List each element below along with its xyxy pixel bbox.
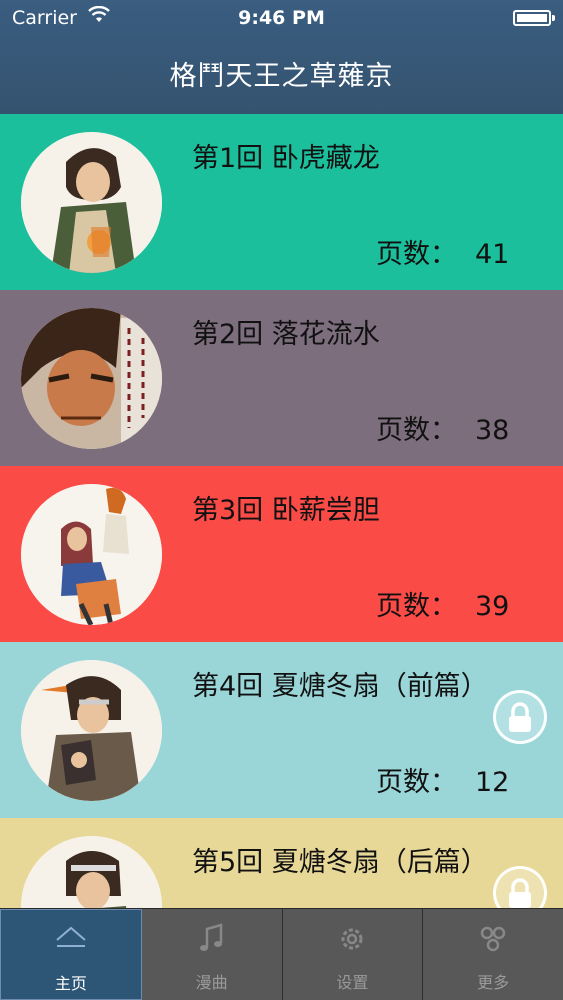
episode-cover-image	[21, 484, 162, 625]
tab-more[interactable]: 更多	[423, 909, 563, 1000]
page-count: 页数： 12	[376, 760, 509, 799]
episode-row[interactable]: 第1回 卧虎藏龙 页数： 41	[0, 114, 563, 290]
page-count-value: 38	[475, 415, 510, 446]
status-bar: Carrier 9:46 PM	[0, 0, 563, 36]
page-count: 页数： 41	[376, 232, 509, 271]
page-count-label: 页数：	[376, 239, 457, 270]
page-count-value: 12	[475, 767, 510, 798]
episode-title: 第4回 夏煻冬扇（前篇）	[192, 671, 488, 702]
episode-list[interactable]: 第1回 卧虎藏龙 页数： 41 第2回 落花流水 页数： 38 第3回 卧薪尝胆…	[0, 114, 563, 908]
tab-label: 设置	[336, 973, 369, 992]
episode-row[interactable]: 第5回 夏煻冬扇（后篇）	[0, 818, 563, 908]
more-icon	[477, 923, 509, 959]
episode-row[interactable]: 第4回 夏煻冬扇（前篇） 页数： 12	[0, 642, 563, 818]
navigation-header: Carrier 9:46 PM 格鬥天王之草薙京	[0, 0, 563, 114]
music-icon	[197, 923, 227, 959]
tab-label: 漫曲	[195, 973, 228, 992]
clock: 9:46 PM	[238, 7, 325, 29]
page-count: 页数： 38	[376, 408, 509, 447]
gear-icon	[336, 923, 368, 959]
episode-title: 第1回 卧虎藏龙	[192, 143, 380, 174]
page-count-value: 39	[475, 591, 510, 622]
page-title: 格鬥天王之草薙京	[169, 61, 394, 92]
home-icon	[54, 924, 88, 958]
episode-cover-image	[21, 660, 162, 801]
episode-title: 第5回 夏煻冬扇（后篇）	[192, 847, 488, 878]
tab-label: 更多	[477, 973, 510, 992]
page-count-value: 41	[475, 239, 510, 270]
tab-home[interactable]: 主页	[0, 909, 142, 1000]
tab-music[interactable]: 漫曲	[142, 909, 283, 1000]
episode-title: 第2回 落花流水	[192, 319, 380, 350]
episode-cover-image	[21, 308, 162, 449]
tab-bar: 主页 漫曲 设置 更多	[0, 908, 563, 1000]
episode-row[interactable]: 第2回 落花流水 页数： 38	[0, 290, 563, 466]
episode-title: 第3回 卧薪尝胆	[192, 495, 380, 526]
episode-cover-image	[21, 132, 162, 273]
tab-label: 主页	[54, 974, 87, 993]
page-count-label: 页数：	[376, 767, 457, 798]
battery-icon	[513, 10, 555, 26]
lock-icon[interactable]	[493, 866, 547, 908]
page-count: 页数： 39	[376, 584, 509, 623]
tab-settings[interactable]: 设置	[283, 909, 424, 1000]
lock-icon[interactable]	[493, 690, 547, 744]
page-count-label: 页数：	[376, 415, 457, 446]
episode-row[interactable]: 第3回 卧薪尝胆 页数： 39	[0, 466, 563, 642]
episode-cover-image	[21, 836, 162, 908]
page-count-label: 页数：	[376, 591, 457, 622]
